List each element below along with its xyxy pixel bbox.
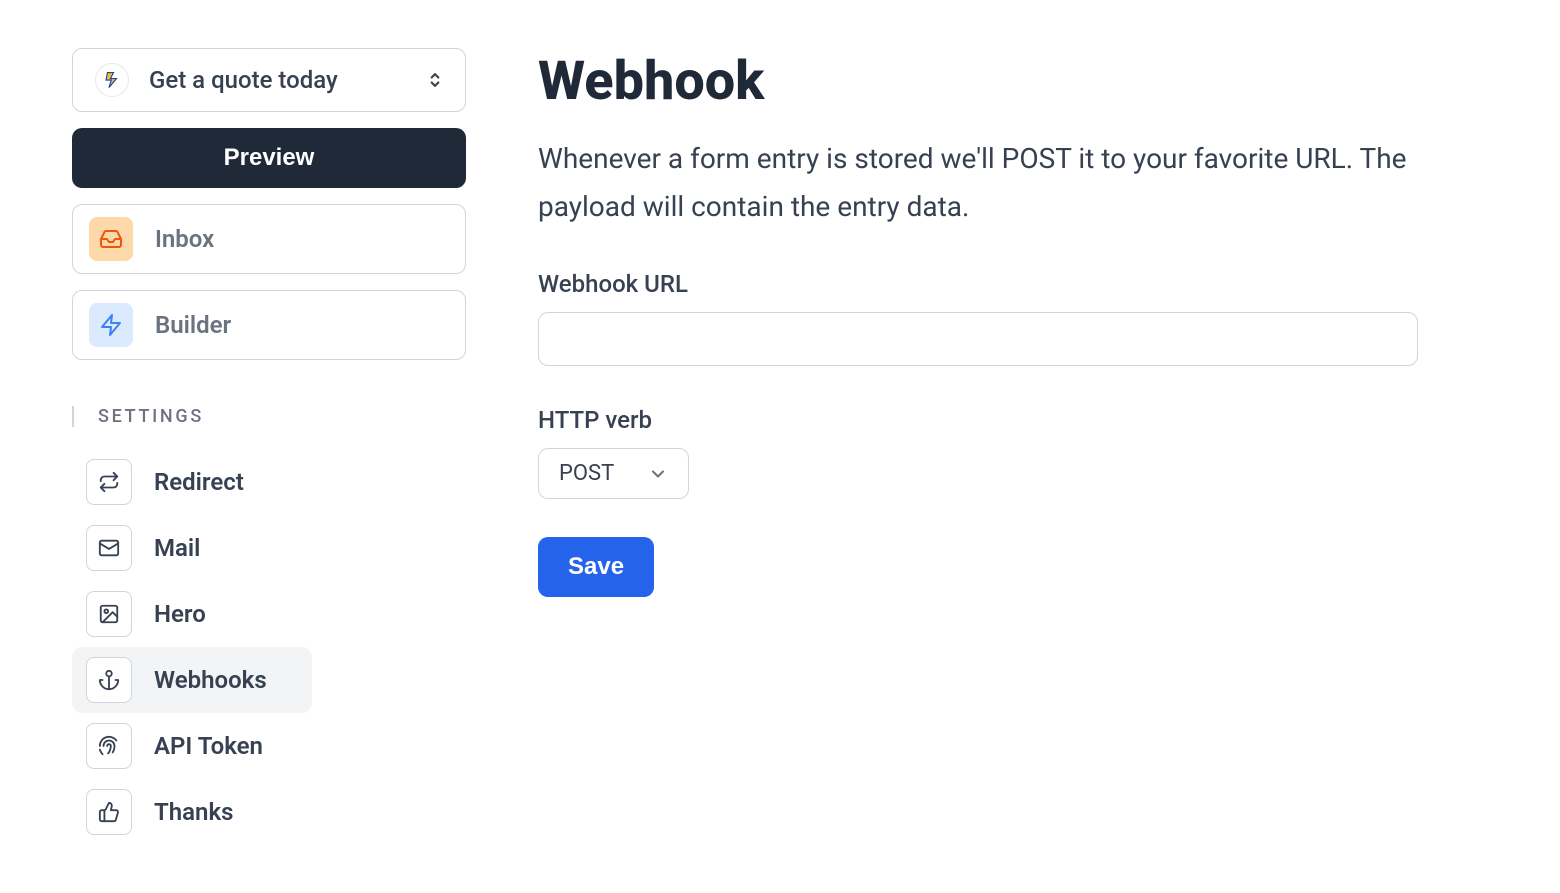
settings-item-label: Hero [154, 600, 206, 628]
page-title: Webhook [538, 50, 1488, 113]
settings-item-mail[interactable]: Mail [72, 515, 312, 581]
image-icon [86, 591, 132, 637]
settings-section-header: SETTINGS [72, 406, 466, 427]
form-selector[interactable]: Get a quote today [72, 48, 466, 112]
anchor-icon [86, 657, 132, 703]
page-description: Whenever a form entry is stored we'll PO… [538, 135, 1418, 230]
nav-inbox-label: Inbox [155, 225, 214, 253]
chevron-down-icon [648, 464, 668, 484]
settings-item-thanks[interactable]: Thanks [72, 779, 312, 845]
preview-button[interactable]: Preview [72, 128, 466, 188]
settings-item-label: Redirect [154, 468, 244, 496]
nav-builder[interactable]: Builder [72, 290, 466, 360]
bolt-icon [89, 303, 133, 347]
fingerprint-icon [86, 723, 132, 769]
settings-item-api-token[interactable]: API Token [72, 713, 312, 779]
settings-item-webhooks[interactable]: Webhooks [72, 647, 312, 713]
mail-icon [86, 525, 132, 571]
form-selector-label: Get a quote today [149, 66, 407, 94]
settings-item-label: Webhooks [154, 666, 267, 694]
settings-item-label: Mail [154, 534, 200, 562]
http-verb-label: HTTP verb [538, 406, 1488, 434]
settings-item-hero[interactable]: Hero [72, 581, 312, 647]
settings-item-label: API Token [154, 732, 263, 760]
http-verb-select[interactable]: POST [538, 448, 689, 499]
nav-builder-label: Builder [155, 311, 231, 339]
settings-item-label: Thanks [154, 798, 233, 826]
http-verb-value: POST [559, 461, 614, 486]
save-button[interactable]: Save [538, 537, 654, 597]
nav-inbox[interactable]: Inbox [72, 204, 466, 274]
app-logo-icon [95, 63, 129, 97]
webhook-url-input[interactable] [538, 312, 1418, 366]
settings-item-redirect[interactable]: Redirect [72, 449, 312, 515]
thumbs-up-icon [86, 789, 132, 835]
redirect-icon [86, 459, 132, 505]
inbox-icon [89, 217, 133, 261]
chevron-up-down-icon [427, 70, 443, 90]
webhook-url-label: Webhook URL [538, 270, 1488, 298]
